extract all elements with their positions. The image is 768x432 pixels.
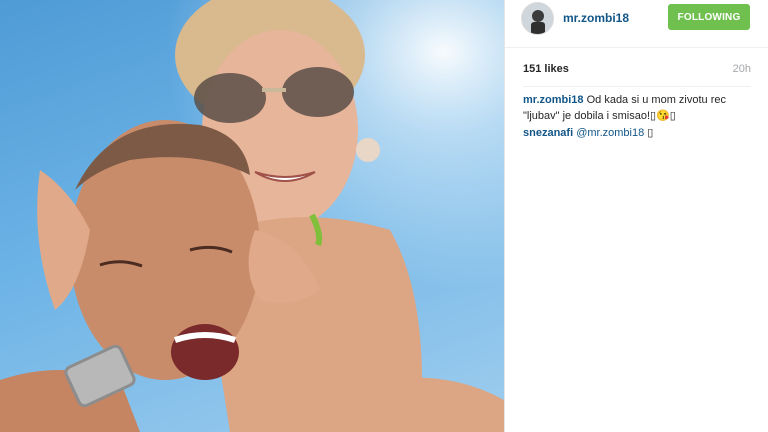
- comment-item: snezanafi @mr.zombi18 ▯: [523, 125, 753, 141]
- post-sidebar: mr.zombi18 Following 151 likes 20h mr.zo…: [504, 0, 768, 432]
- comment-list: mr.zombi18 Od kada si u mom zivotu rec "…: [523, 92, 753, 142]
- post-photo[interactable]: [0, 0, 504, 432]
- comment-text: ▯: [647, 127, 654, 139]
- comment-mention[interactable]: @mr.zombi18: [576, 127, 644, 139]
- divider: [523, 86, 751, 87]
- comment-username[interactable]: snezanafi: [523, 127, 573, 139]
- comment-item: mr.zombi18 Od kada si u mom zivotu rec "…: [523, 92, 753, 124]
- post-username[interactable]: mr.zombi18: [563, 11, 629, 25]
- following-button[interactable]: Following: [668, 4, 750, 30]
- avatar[interactable]: [521, 2, 554, 35]
- likes-count[interactable]: 151 likes: [523, 63, 569, 75]
- profile-photo-icon: [522, 3, 553, 34]
- post-header: mr.zombi18 Following: [505, 0, 768, 48]
- post-timestamp[interactable]: 20h: [733, 63, 751, 75]
- comment-username[interactable]: mr.zombi18: [523, 94, 584, 106]
- post-stats: 151 likes 20h: [523, 63, 751, 79]
- photo-illustration: [0, 0, 504, 432]
